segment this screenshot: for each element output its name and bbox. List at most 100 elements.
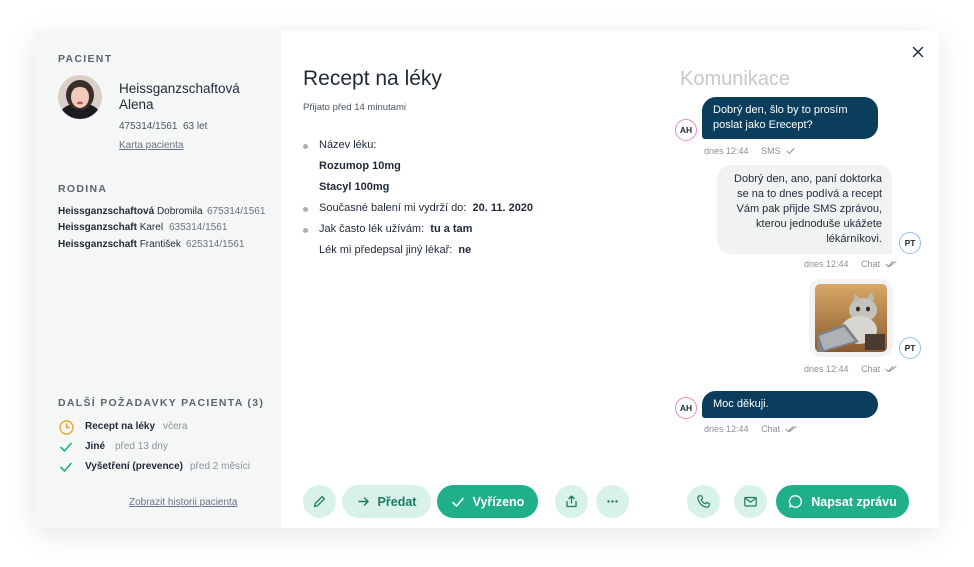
request-detail-card: PACIENT Heissganzschaftová Alena 475314/… xyxy=(35,31,939,528)
share-icon xyxy=(566,495,577,508)
close-button[interactable] xyxy=(905,39,931,65)
bullet-icon xyxy=(303,207,308,212)
patient-card-link[interactable]: Karta pacienta xyxy=(119,140,184,151)
double-check-icon xyxy=(885,366,897,373)
request-item-time: včera xyxy=(163,421,188,432)
message-meta: dnes 12:44 SMS xyxy=(704,146,795,156)
cat-photo-image xyxy=(815,284,887,352)
bullet-icon xyxy=(303,144,308,149)
family-section-label: RODINA xyxy=(58,183,108,195)
patient-panel: PACIENT Heissganzschaftová Alena 475314/… xyxy=(35,31,281,528)
drug-item: Stacyl 100mg xyxy=(319,181,390,193)
patient-age: 63 let xyxy=(183,121,208,132)
request-item-name: Vyšetření (prevence) xyxy=(85,461,184,472)
patient-first-name: Alena xyxy=(119,97,154,112)
avatar-badge: AH xyxy=(675,119,697,141)
avatar-badge: PT xyxy=(899,337,921,359)
request-item[interactable]: Vyšetření (prevence) před 2 měsíci xyxy=(58,459,250,475)
message-text: lékárníkovi. xyxy=(826,233,882,245)
request-item-time: před 2 měsíci xyxy=(190,461,251,472)
message-time: dnes 12:44 xyxy=(704,146,749,156)
patient-section-label: PACIENT xyxy=(58,53,113,65)
check-icon xyxy=(58,439,74,455)
edit-button[interactable] xyxy=(303,485,336,518)
message-channel: Chat xyxy=(861,259,881,269)
requests-section-label: DALŠÍ POŽADAVKY PACIENTA (3) xyxy=(58,397,265,409)
arrow-right-icon xyxy=(357,497,369,506)
message-text: Vám pak přijde SMS zprávou, xyxy=(736,203,882,215)
envelope-icon xyxy=(744,496,757,507)
drug-label: Název léku: xyxy=(319,139,377,151)
message-time: dnes 12:44 xyxy=(804,364,849,374)
clock-icon xyxy=(58,419,74,435)
image-message[interactable] xyxy=(809,279,893,357)
message-channel: Chat xyxy=(861,364,881,374)
close-icon xyxy=(912,46,924,58)
chat-bubble-icon xyxy=(789,495,803,508)
family-member-surname: Heissganzschaftová xyxy=(58,206,155,217)
share-button[interactable] xyxy=(555,485,588,518)
family-member-name[interactable]: Heissganzschaft František xyxy=(58,239,181,250)
received-time: Přijato před 14 minutami xyxy=(303,102,406,113)
family-member-name[interactable]: Heissganzschaft Karel xyxy=(58,222,163,233)
write-message-button[interactable]: Napsat zprávu xyxy=(776,485,909,518)
avatar xyxy=(58,75,102,119)
supply-row: Současné balení mi vydrží do: 20. 11. 20… xyxy=(319,202,533,214)
message-meta: dnes 12:44 Chat xyxy=(804,259,897,269)
forward-button-label: Předat xyxy=(377,494,417,509)
message-bubble: Dobrý den, šlo by to prosím poslat jako … xyxy=(702,97,878,139)
pencil-icon xyxy=(313,495,326,508)
call-button[interactable] xyxy=(687,485,720,518)
message-text: Dobrý den, ano, paní doktorka xyxy=(734,173,882,185)
double-check-icon xyxy=(785,426,797,433)
supply-value: 20. 11. 2020 xyxy=(472,202,534,214)
other-doctor-label: Lék mi předepsal jiný lékař: xyxy=(319,244,453,256)
forward-button[interactable]: Předat xyxy=(342,485,431,518)
family-member-id: 625314/1561 xyxy=(186,239,245,250)
family-member-id: 635314/1561 xyxy=(169,222,228,233)
page-title: Recept na léky xyxy=(303,67,442,90)
family-member-first-name: Karel xyxy=(139,222,164,233)
family-member-id: 675314/1561 xyxy=(207,206,266,217)
phone-icon xyxy=(697,495,710,508)
family-member-surname: Heissganzschaft xyxy=(58,222,137,233)
avatar-badge: AH xyxy=(675,397,697,419)
frequency-row: Jak často lék užívám: tu a tam xyxy=(319,223,472,235)
message-time: dnes 12:44 xyxy=(704,424,749,434)
message-bubble: Dobrý den, ano, paní doktorka se na to d… xyxy=(717,165,892,254)
message-channel: SMS xyxy=(761,146,781,156)
email-button[interactable] xyxy=(734,485,767,518)
check-icon xyxy=(451,497,464,507)
communication-panel: Komunikace AH Dobrý den, šlo by to prosí… xyxy=(657,31,939,528)
double-check-icon xyxy=(885,261,897,268)
other-doctor-row: Lék mi předepsal jiný lékař: ne xyxy=(319,244,471,256)
family-member-first-name: František xyxy=(139,239,181,250)
write-message-label: Napsat zprávu xyxy=(811,494,897,509)
check-icon xyxy=(786,148,795,155)
avatar-badge: PT xyxy=(899,232,921,254)
more-icon xyxy=(607,500,618,503)
message-meta: dnes 12:44 Chat xyxy=(804,364,897,374)
patient-history-link[interactable]: Zobrazit historii pacienta xyxy=(129,497,237,508)
resolve-button-label: Vyřízeno xyxy=(472,494,525,509)
family-member-first-name: Dobromila xyxy=(156,206,203,217)
request-item-time: před 13 dny xyxy=(115,441,168,452)
message-text: kterou jednoduše ukážete xyxy=(756,218,882,230)
request-item-name: Recept na léky xyxy=(85,421,156,432)
supply-label: Současné balení mi vydrží do: xyxy=(319,202,467,214)
message-bubble: Moc děkuji. xyxy=(702,391,878,418)
message-text: poslat jako Erecept? xyxy=(713,119,813,131)
check-icon xyxy=(58,459,74,475)
patient-surname: Heissganzschaftová xyxy=(119,81,240,96)
message-channel: Chat xyxy=(761,424,781,434)
frequency-label: Jak často lék užívám: xyxy=(319,223,425,235)
family-member-name[interactable]: Heissganzschaftová Dobromila xyxy=(58,206,203,217)
request-item[interactable]: Jiné před 13 dny xyxy=(58,439,168,455)
request-item-name: Jiné xyxy=(85,441,106,452)
resolve-button[interactable]: Vyřízeno xyxy=(437,485,538,518)
bullet-icon xyxy=(303,228,308,233)
family-member-surname: Heissganzschaft xyxy=(58,239,137,250)
more-button[interactable] xyxy=(596,485,629,518)
message-text: Moc děkuji. xyxy=(713,398,769,410)
request-item[interactable]: Recept na léky včera xyxy=(58,419,187,435)
